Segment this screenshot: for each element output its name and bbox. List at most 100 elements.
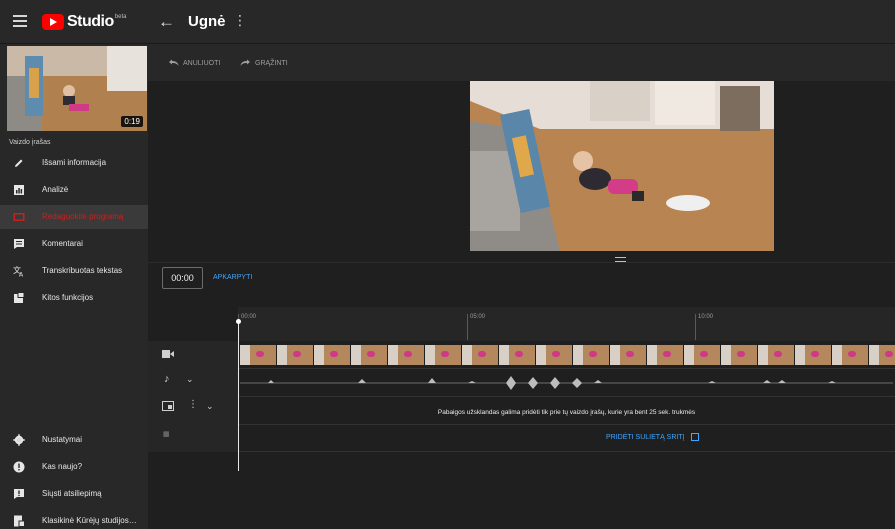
chevron-down-icon[interactable]: ⌄ [186,374,194,385]
svg-text:A: A [19,272,24,278]
track-labels: ♪ ⌄ ⋮ ⌄ ▦ [148,341,238,452]
filmstrip-frame [647,345,683,365]
video-track-icon [162,349,174,361]
sidebar-item-feedback[interactable]: Siųsti atsiliepimą [0,482,148,506]
audio-track[interactable] [238,369,895,397]
gear-icon [13,434,25,446]
filmstrip-frame [795,345,831,365]
sidebar-item-label: Komentarai [42,239,83,248]
translate-icon: 文A [13,265,25,277]
top-bar: Studio beta ← Ugnė ⋮ [0,0,895,44]
beta-tag: beta [114,14,127,20]
filmstrip-frame [388,345,424,365]
sidebar: 0:19 Vaizdo įrašas Išsami informacija An… [0,44,148,529]
filmstrip-frame [462,345,498,365]
chevron-down-icon[interactable]: ⌄ [206,401,214,412]
sidebar-item-transcript[interactable]: 文A Transkribuotas tekstas [0,259,148,283]
filmstrip-frame [314,345,350,365]
video-track[interactable] [238,341,895,369]
undo-button[interactable]: ANULIUOTI [168,59,220,67]
alert-icon [13,461,25,473]
add-blur-label: PRIDĖTI SULIETĄ SRITĮ [606,433,685,441]
classic-studio-icon [13,515,25,527]
brand-text: Studio [67,13,114,30]
sidebar-item-other-features[interactable]: Kitos funkcijos [0,286,148,310]
sidebar-item-editor[interactable]: Redaguokite programą [0,205,148,229]
sidebar-item-label: Transkribuotas tekstas [42,266,123,275]
tick-label: 05:00 [467,314,485,340]
feedback-icon [13,488,25,500]
filmstrip-frame [610,345,646,365]
end-screen-track: Pabaigos užsklandas galima pridėti tik p… [238,397,895,425]
video-thumbnail[interactable]: 0:19 [7,46,147,131]
filmstrip-frame [240,345,276,365]
open-external-icon [690,433,699,441]
audio-waveform [240,376,893,390]
filmstrip-frame [351,345,387,365]
more-vert-icon[interactable]: ⋮ [188,399,198,410]
sidebar-item-settings[interactable]: Nustatymai [0,428,148,452]
sidebar-item-analytics[interactable]: Analizė [0,178,148,202]
tick-label: 10:00 [695,314,713,340]
comments-icon [13,238,25,250]
action-bar: ANULIUOTI GRĄŽINTI [148,44,895,81]
playhead[interactable] [236,319,241,471]
blur-track: PRIDĖTI SULIETĄ SRITĮ [238,425,895,452]
undo-icon [169,59,179,66]
timeline-editor: 00:00 APKARPYTI 00:00 05:00 10:00 ♪ ⌄ ⋮ … [148,262,895,529]
more-vert-icon[interactable]: ⋮ [233,12,247,29]
sidebar-item-label: Redaguokite programą [42,212,124,221]
page-title: Ugnė [188,13,226,30]
video-preview[interactable] [470,81,774,251]
video-duration: 0:19 [121,116,143,127]
studio-logo[interactable]: Studio beta [42,13,126,31]
blur-grid-icon: ▦ [163,431,170,438]
redo-label: GRĄŽINTI [255,59,288,67]
sidebar-item-label: Analizė [42,185,69,194]
filmstrip-frame [499,345,535,365]
sidebar-item-label: Išsami informacija [42,158,107,167]
sidebar-item-details[interactable]: Išsami informacija [0,151,148,175]
filmstrip-frame [869,345,895,365]
main-content: ANULIUOTI GRĄŽINTI 00:00 APKARPYTI 00:00… [148,44,895,529]
filmstrip-frame [832,345,868,365]
end-screen-message: Pabaigos užsklandas galima pridėti tik p… [437,409,696,416]
sidebar-item-label: Kitos funkcijos [42,293,94,302]
video-frame-image [470,81,774,251]
editor-icon [13,211,25,223]
filmstrip-frame [573,345,609,365]
other-features-icon [13,292,25,304]
filmstrip-frame [425,345,461,365]
filmstrip-frame [536,345,572,365]
filmstrip-frame [277,345,313,365]
end-screen-icon [162,401,174,413]
sidebar-item-whats-new[interactable]: Kas naujo? [0,455,148,479]
add-blur-button[interactable]: PRIDĖTI SULIETĄ SRITĮ [606,433,699,441]
analytics-icon [13,184,25,196]
redo-button[interactable]: GRĄŽINTI [240,59,288,67]
sidebar-item-label: Siųsti atsiliepimą [42,489,102,498]
redo-icon [240,59,250,66]
back-arrow-icon[interactable]: ← [158,12,175,32]
music-note-icon[interactable]: ♪ [164,373,170,385]
sidebar-item-label: Klasikinė Kūrėjų studijos… [42,516,137,525]
undo-label: ANULIUOTI [183,59,221,67]
filmstrip [240,345,895,365]
sidebar-item-comments[interactable]: Komentarai [0,232,148,256]
tick-label: 00:00 [238,314,256,340]
filmstrip-frame [721,345,757,365]
pencil-icon [13,157,25,169]
menu-icon[interactable] [13,15,27,27]
trim-button[interactable]: APKARPYTI [213,274,252,281]
sidebar-item-classic-studio[interactable]: Klasikinė Kūrėjų studijos… [0,509,148,529]
section-heading: Vaizdo įrašas [9,139,51,146]
youtube-play-icon [42,14,64,30]
filmstrip-frame [758,345,794,365]
filmstrip-frame [684,345,720,365]
timeline-ruler[interactable]: 00:00 05:00 10:00 [238,307,895,341]
time-input[interactable]: 00:00 [162,267,203,289]
sidebar-item-label: Kas naujo? [42,462,83,471]
preview-area [148,81,895,253]
sidebar-item-label: Nustatymai [42,435,83,444]
tracks-area: Pabaigos užsklandas galima pridėti tik p… [238,341,895,452]
